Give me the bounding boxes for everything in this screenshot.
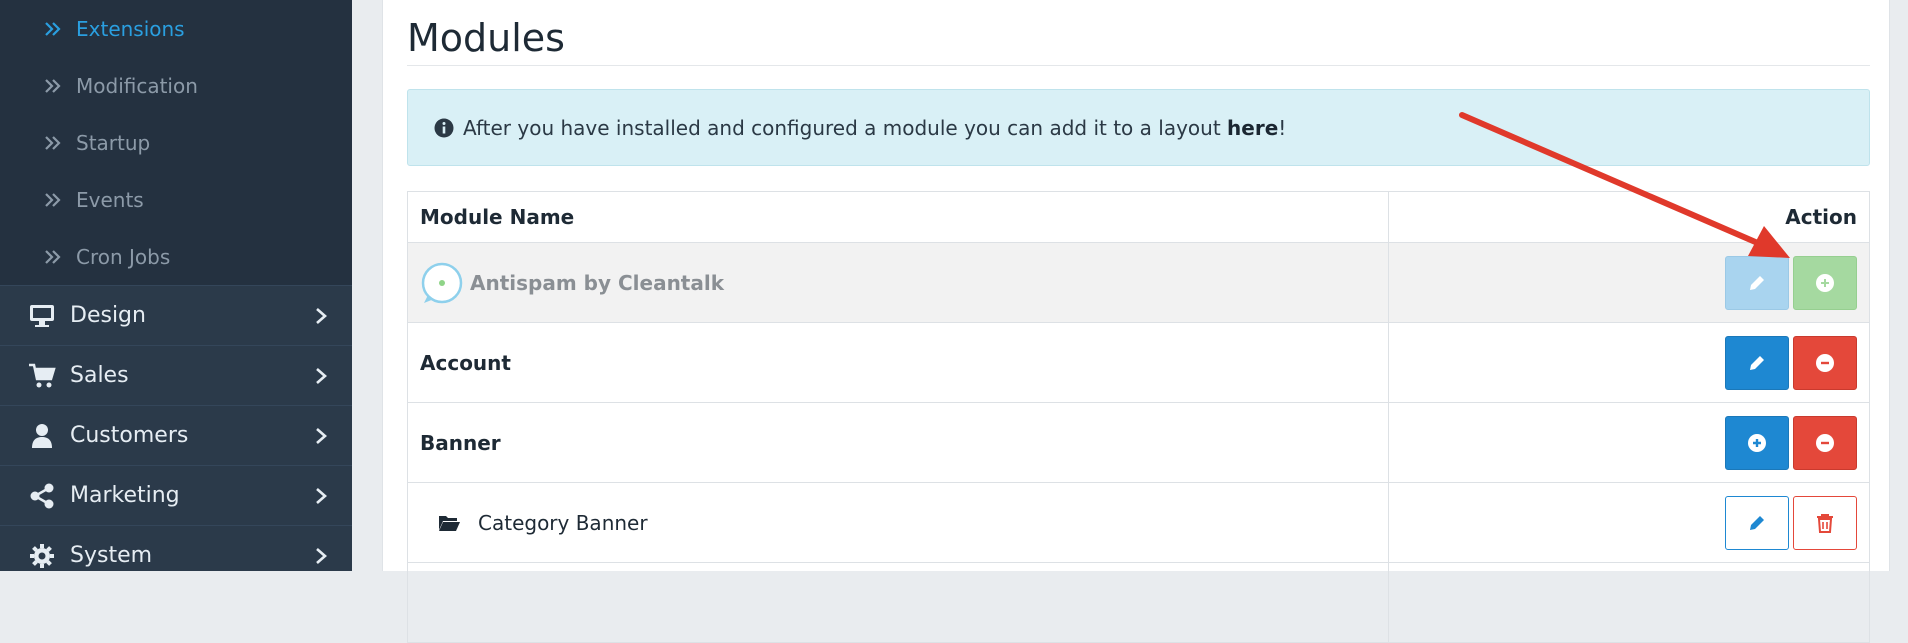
sidebar-subitem-label: Extensions [76,16,185,41]
sidebar-subitem-modification[interactable]: Modification [0,57,352,114]
chevron-right-icon [316,367,327,384]
module-name-cell: Antispam by Cleantalk [407,242,1389,323]
module-name-cell: Banner [407,402,1389,483]
pencil-icon [1750,275,1764,290]
sidebar-subitem-events[interactable]: Events [0,171,352,228]
table-row: Antispam by Cleantalk [407,242,1870,323]
action-cell [1388,322,1870,403]
module-name: Antispam by Cleantalk [470,270,725,295]
sidebar: Extensions Modification Startup Events C… [0,0,352,571]
table-row: Banner [407,402,1870,483]
pencil-icon [1750,355,1764,370]
edit-button[interactable] [1725,335,1789,390]
delete-button[interactable] [1793,495,1857,550]
cleantalk-logo-icon [421,262,463,303]
install-button[interactable] [1793,255,1857,310]
table-row: Category Banner [407,482,1870,563]
sidebar-item-sales[interactable]: Sales [0,345,352,405]
column-header-action: Action [1388,191,1870,243]
folder-open-icon [439,515,460,531]
module-name-cell: Category Banner [407,482,1389,563]
column-header-module-name[interactable]: Module Name [407,191,1389,243]
modules-panel: Modules After you have installed and con… [382,0,1890,643]
edit-button[interactable] [1725,255,1789,310]
layout-link[interactable]: here [1227,116,1278,140]
info-circle-icon [434,118,454,137]
table-row [407,562,1870,643]
share-icon [30,483,54,508]
double-chevron-right-icon [45,192,61,207]
sidebar-item-label: Sales [70,363,129,388]
minus-circle-icon [1816,433,1834,452]
modules-table: Module Name Action Antispam by Cleantalk [407,191,1870,643]
plus-circle-icon [1816,273,1834,292]
add-button[interactable] [1725,415,1789,470]
action-cell [1388,482,1870,563]
sidebar-subitem-label: Modification [76,73,198,98]
extensions-submenu: Extensions Modification Startup Events C… [0,0,352,285]
table-header-row: Module Name Action [407,191,1870,243]
pencil-icon [1750,515,1764,530]
monitor-icon [30,304,54,327]
double-chevron-right-icon [45,78,61,93]
chevron-right-icon [316,307,327,324]
main-content: Modules After you have installed and con… [352,0,1908,643]
cart-icon [29,363,56,387]
sidebar-subitem-label: Events [76,187,144,212]
module-name: Banner [420,430,501,455]
plus-circle-icon [1748,433,1766,452]
uninstall-button[interactable] [1793,415,1857,470]
module-name: Category Banner [478,510,648,535]
title-divider [407,65,1870,66]
info-alert: After you have installed and configured … [407,89,1870,166]
page-title: Modules [407,16,565,60]
sidebar-subitem-label: Startup [76,130,151,155]
module-name: Account [420,350,511,375]
table-row: Account [407,322,1870,403]
sidebar-item-design[interactable]: Design [0,285,352,345]
sidebar-subitem-cron-jobs[interactable]: Cron Jobs [0,228,352,285]
double-chevron-right-icon [45,135,61,150]
chevron-right-icon [316,427,327,444]
edit-button[interactable] [1725,495,1789,550]
trash-icon [1817,513,1833,533]
sidebar-item-label: System [70,543,153,568]
sidebar-item-marketing[interactable]: Marketing [0,465,352,525]
sidebar-item-label: Marketing [70,483,180,508]
module-name-cell: Account [407,322,1389,403]
uninstall-button[interactable] [1793,335,1857,390]
minus-circle-icon [1816,353,1834,372]
action-cell [1388,242,1870,323]
sidebar-item-system[interactable]: System [0,525,352,585]
cog-icon [30,543,54,568]
sidebar-item-label: Customers [70,423,189,448]
sidebar-item-label: Design [70,303,146,328]
alert-text: After you have installed and configured … [463,115,1221,140]
double-chevron-right-icon [45,249,61,264]
chevron-right-icon [316,487,327,504]
user-icon [32,423,52,448]
sidebar-subitem-label: Cron Jobs [76,244,171,269]
sidebar-subitem-extensions[interactable]: Extensions [0,0,352,57]
sidebar-item-customers[interactable]: Customers [0,405,352,465]
double-chevron-right-icon [45,21,61,36]
sidebar-subitem-startup[interactable]: Startup [0,114,352,171]
action-cell [1388,402,1870,483]
alert-suffix: ! [1278,115,1287,140]
chevron-right-icon [316,547,327,564]
